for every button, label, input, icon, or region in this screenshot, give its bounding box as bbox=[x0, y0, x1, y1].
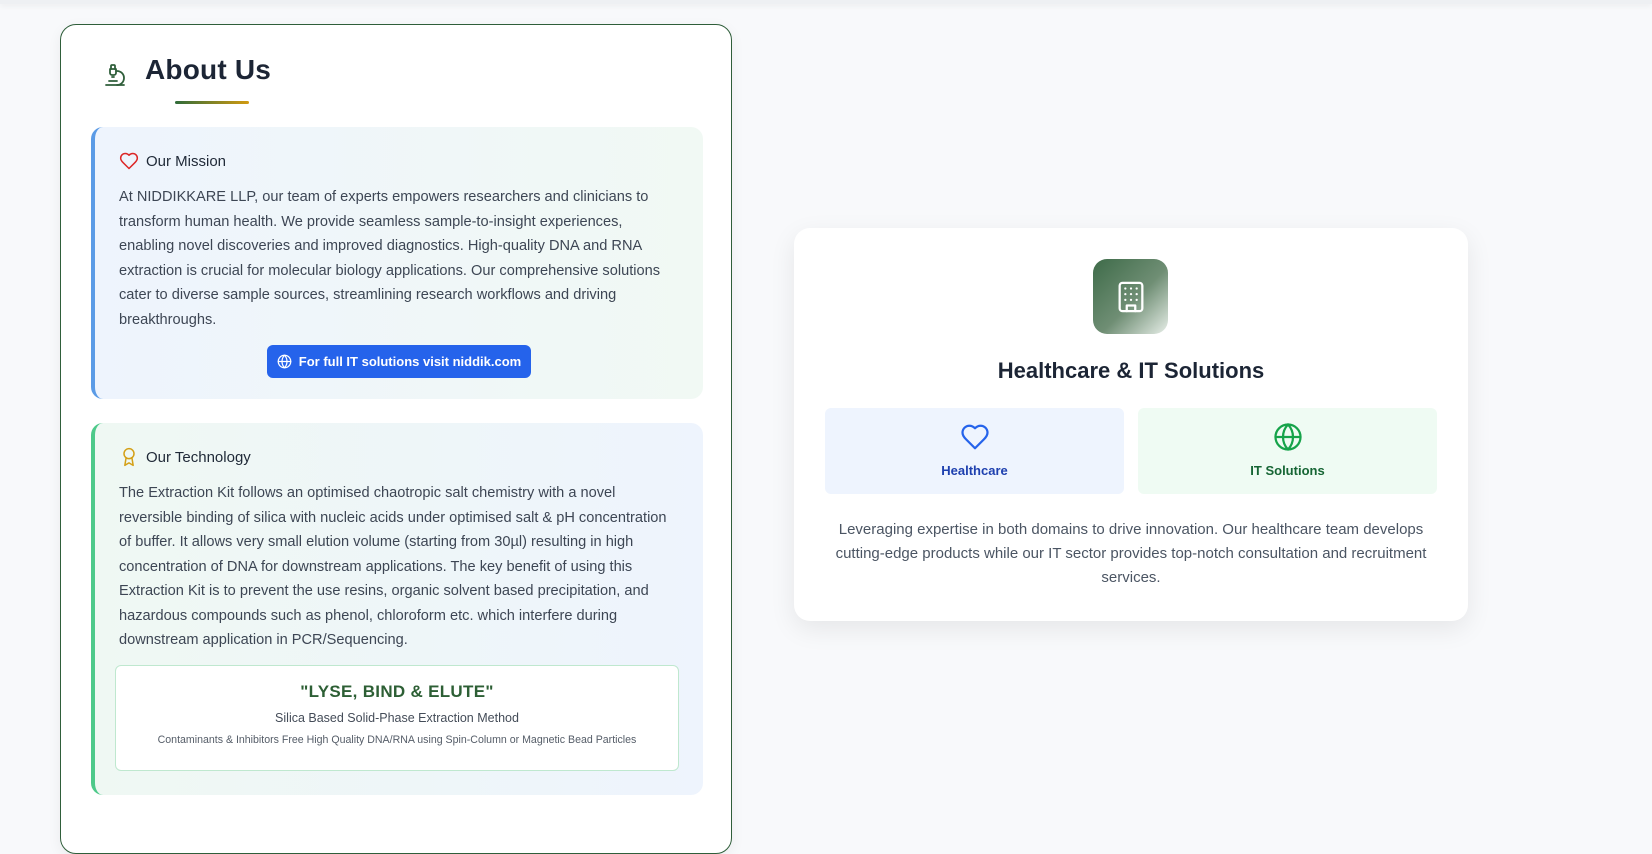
lbe-subtitle: Silica Based Solid-Phase Extraction Meth… bbox=[275, 711, 519, 725]
it-solutions-tile[interactable]: IT Solutions bbox=[1138, 408, 1437, 494]
mission-title: Our Mission bbox=[146, 152, 227, 170]
visit-niddik-button[interactable]: For full IT solutions visit niddik.com bbox=[267, 345, 531, 378]
mission-panel: Our Mission At NIDDIKKARE LLP, our team … bbox=[91, 127, 703, 399]
lbe-note: Contaminants & Inhibitors Free High Qual… bbox=[157, 734, 637, 746]
it-solutions-label: IT Solutions bbox=[1250, 463, 1325, 478]
healthcare-tile[interactable]: Healthcare bbox=[825, 408, 1124, 494]
heart-icon bbox=[119, 152, 139, 170]
technology-header: Our Technology bbox=[119, 447, 679, 467]
title-underline bbox=[175, 101, 249, 104]
globe-icon bbox=[1273, 423, 1302, 451]
lbe-title: "LYSE, BIND & ELUTE" bbox=[300, 682, 494, 701]
technology-title: Our Technology bbox=[146, 448, 251, 466]
award-icon bbox=[123, 447, 135, 467]
building-icon-badge bbox=[1093, 259, 1168, 334]
building-icon bbox=[1118, 281, 1143, 312]
solutions-description: Leveraging expertise in both domains to … bbox=[835, 521, 1427, 586]
healthcare-it-card: Healthcare & IT Solutions Healthcare IT … bbox=[794, 228, 1468, 621]
microscope-icon bbox=[105, 64, 125, 86]
solutions-title: Healthcare & IT Solutions bbox=[997, 358, 1265, 383]
mission-text: At NIDDIKKARE LLP, our team of experts e… bbox=[119, 189, 661, 328]
lyse-bind-elute-box: "LYSE, BIND & ELUTE" Silica Based Solid-… bbox=[115, 665, 679, 771]
technology-text: The Extraction Kit follows an optimised … bbox=[119, 485, 667, 648]
technology-panel: Our Technology The Extraction Kit follow… bbox=[91, 423, 703, 795]
about-us-card: About Us Our Mission At NIDDIKKARE LLP, … bbox=[60, 24, 732, 854]
visit-niddik-label: For full IT solutions visit niddik.com bbox=[298, 354, 522, 369]
about-header: About Us bbox=[103, 53, 271, 87]
heart-icon bbox=[960, 424, 989, 450]
top-bar bbox=[0, 0, 1652, 4]
globe-icon bbox=[277, 354, 292, 369]
healthcare-label: Healthcare bbox=[941, 463, 1008, 478]
page-title: About Us bbox=[145, 54, 272, 85]
mission-header: Our Mission bbox=[119, 151, 679, 171]
